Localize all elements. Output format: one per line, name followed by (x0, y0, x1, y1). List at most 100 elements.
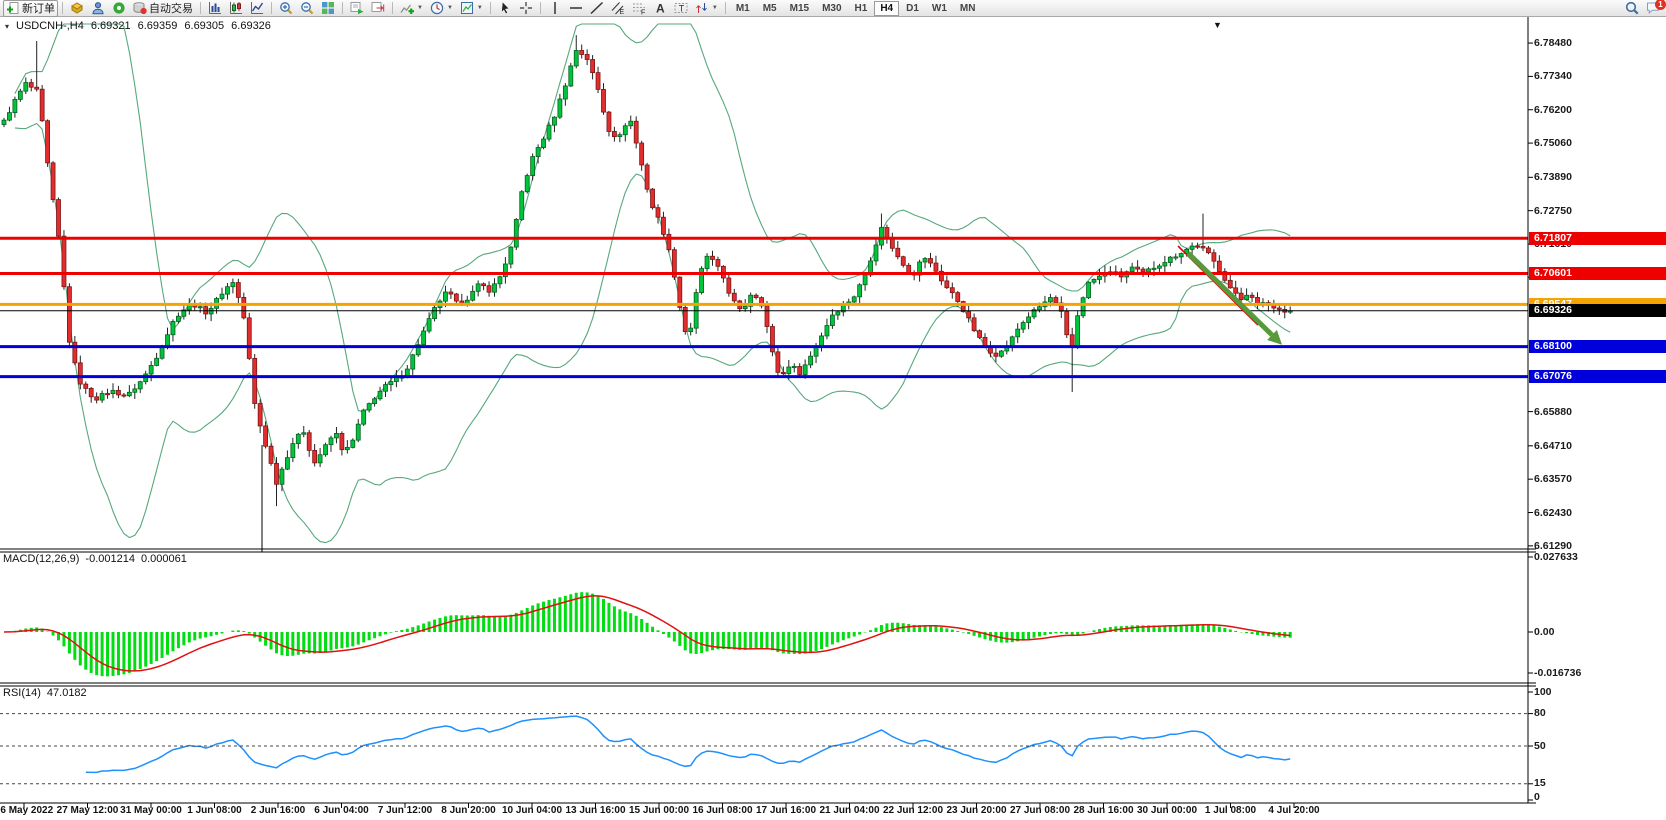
bull-candle (1157, 266, 1161, 268)
bear-candle (950, 288, 954, 293)
bear-candle (667, 234, 671, 249)
bull-candle (825, 326, 829, 336)
bull-candle (999, 351, 1003, 356)
chart-canvas[interactable] (0, 0, 1666, 820)
bull-candle (324, 445, 328, 455)
tf-H1-button[interactable]: H1 (849, 1, 874, 16)
data-window-button[interactable] (88, 0, 108, 17)
symbol-ohlc-line[interactable]: ▾ USDCNH-,H4 6.69321 6.69359 6.69305 6.6… (5, 20, 271, 32)
fibonacci-button[interactable]: F (629, 0, 649, 17)
auto-scroll-button[interactable] (347, 0, 367, 17)
bull-candle (231, 283, 235, 287)
bear-candle (1065, 311, 1069, 334)
tf-D1-button[interactable]: D1 (900, 1, 925, 16)
bear-candle (656, 208, 660, 218)
equidistant-channel-button[interactable]: E (608, 0, 628, 17)
chart-shift-icon (371, 1, 385, 15)
bear-candle (307, 433, 311, 451)
bull-candle (1245, 295, 1249, 299)
tf-M1-button[interactable]: M1 (730, 1, 756, 16)
bear-candle (711, 256, 715, 259)
bear-candle (580, 50, 584, 54)
bull-candle (334, 433, 338, 438)
chart-line-button[interactable] (247, 0, 267, 17)
rsi-scale-50: 50 (1534, 740, 1546, 752)
bear-candle (716, 259, 720, 266)
crosshair-icon (519, 1, 533, 15)
search-button[interactable] (1622, 0, 1642, 17)
bull-candle (198, 307, 202, 308)
ohlc-high: 6.69359 (138, 20, 178, 32)
trendline-button[interactable] (587, 0, 607, 17)
tf-M5-button[interactable]: M5 (757, 1, 783, 16)
tf-M30-button[interactable]: M30 (816, 1, 847, 16)
bear-candle (78, 363, 82, 384)
bull-candle (623, 126, 627, 135)
auto-trading-button[interactable]: 自动交易 (130, 0, 196, 17)
indicators-list-icon (400, 1, 414, 15)
bear-candle (95, 397, 99, 400)
bear-candle (275, 463, 279, 484)
bull-candle (514, 219, 518, 247)
cursor-button[interactable] (495, 0, 515, 17)
bull-candle (536, 148, 540, 157)
bull-candle (443, 292, 447, 301)
text-label-button[interactable]: T (671, 0, 691, 17)
rsi-value: 47.0182 (47, 687, 87, 699)
bull-candle (558, 99, 562, 117)
tf-W1-button[interactable]: W1 (926, 1, 953, 16)
bear-candle (122, 395, 126, 396)
bear-candle (1196, 246, 1200, 247)
chart-candles-button[interactable] (226, 0, 246, 17)
market-watch-button[interactable] (67, 0, 87, 17)
vertical-line-button[interactable] (545, 0, 565, 17)
bull-candle (127, 392, 131, 395)
indicators-list-button[interactable]: ▼ (397, 0, 426, 17)
chart-bars-icon (208, 1, 222, 15)
caret-down-icon: ▼ (712, 5, 718, 11)
templates-button[interactable]: ▼ (457, 0, 486, 17)
bull-candle (411, 355, 415, 369)
bull-candle (373, 399, 377, 404)
chat-button[interactable]: 1 (1643, 0, 1663, 17)
toolbar-separator (62, 2, 63, 14)
tf-MN-button[interactable]: MN (954, 1, 982, 16)
macd-panel[interactable] (4, 592, 1290, 676)
svg-text:A: A (656, 2, 665, 16)
horizontal-line-icon (569, 1, 583, 15)
bull-candle (879, 228, 883, 245)
green-arrow-shaft[interactable] (1188, 253, 1272, 335)
rsi-panel[interactable] (0, 714, 1528, 784)
toolbar-separator (342, 2, 343, 14)
auto-trading-label: 自动交易 (149, 0, 193, 16)
bull-candle (509, 247, 513, 264)
periods-button[interactable]: ▼ (427, 0, 456, 17)
toolbar-separator (200, 2, 201, 14)
main-chart-panel[interactable] (0, 24, 1528, 552)
zoom-in-button[interactable] (276, 0, 296, 17)
zoom-out-button[interactable] (297, 0, 317, 17)
text-button[interactable]: A (650, 0, 670, 17)
tile-windows-button[interactable] (318, 0, 338, 17)
bollinger-upper-band (15, 24, 1290, 412)
bull-candle (820, 336, 824, 347)
chart-shift-button[interactable] (368, 0, 388, 17)
bear-candle (945, 281, 949, 288)
collapse-arrow-icon[interactable]: ▾ (5, 22, 9, 31)
bull-candle (552, 117, 556, 125)
toolbar-separator (392, 2, 393, 14)
bull-candle (225, 287, 229, 294)
bear-candle (1136, 267, 1140, 269)
arrows-button[interactable]: ▼ (692, 0, 721, 17)
new-order-button[interactable]: 新订单 (3, 0, 58, 17)
bull-candle (427, 319, 431, 331)
bear-candle (29, 83, 33, 88)
price-level-label: 6.70601 (1529, 267, 1666, 280)
crosshair-button[interactable] (516, 0, 536, 17)
tf-M15-button[interactable]: M15 (784, 1, 815, 16)
horizontal-line-button[interactable] (566, 0, 586, 17)
tf-H4-button[interactable]: H4 (874, 1, 899, 16)
navigator-button[interactable] (109, 0, 129, 17)
chart-bars-button[interactable] (205, 0, 225, 17)
chart-shift-marker[interactable]: ▼ (1213, 20, 1222, 30)
